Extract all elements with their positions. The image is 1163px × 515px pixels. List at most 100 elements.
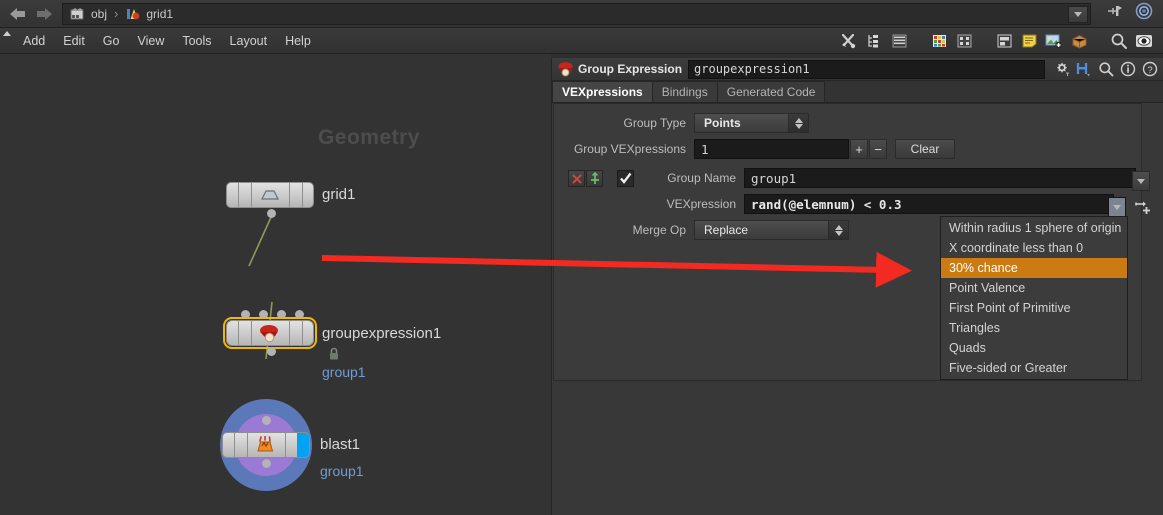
help-icon[interactable]: ? xyxy=(1141,60,1158,78)
vexpression-input[interactable]: rand(@elemnum) < 0.3 xyxy=(744,194,1114,214)
menu-item-point-valence[interactable]: Point Valence xyxy=(941,278,1127,298)
list-view-icon[interactable] xyxy=(888,31,910,51)
node-blast1-input-port[interactable] xyxy=(262,416,271,425)
expand-editor-icon[interactable] xyxy=(1133,197,1153,217)
tree-view-icon[interactable] xyxy=(863,31,885,51)
node-ge1-sublabel: group1 xyxy=(322,364,366,380)
label-group-type: Group Type xyxy=(623,116,686,130)
houdini-h-icon[interactable] xyxy=(1075,60,1092,78)
node-ge1-output-port[interactable] xyxy=(267,347,276,356)
breadcrumb-item-grid1[interactable]: grid1 xyxy=(122,7,176,21)
target-selector-icon[interactable] xyxy=(1135,2,1153,25)
panel-layout-icon[interactable] xyxy=(993,31,1015,51)
color-palette-icon[interactable] xyxy=(928,31,950,51)
blast-node-icon xyxy=(249,436,283,454)
menu-item-go[interactable]: Go xyxy=(94,31,129,51)
gear-icon[interactable] xyxy=(1053,60,1070,78)
triangle-down-icon xyxy=(834,230,843,236)
info-icon[interactable] xyxy=(1119,60,1136,78)
group-name-dropdown-button[interactable] xyxy=(1132,171,1150,191)
grid-node-icon xyxy=(253,186,287,204)
node-grid1[interactable]: grid1 xyxy=(226,182,355,218)
breadcrumb[interactable]: obj › grid1 xyxy=(62,2,1091,25)
menu-item-edit[interactable]: Edit xyxy=(54,31,94,51)
menu-handle-icon[interactable] xyxy=(0,28,14,54)
menu-items: Add Edit Go View Tools Layout Help xyxy=(14,31,320,51)
vexpression-dropdown-button[interactable] xyxy=(1108,197,1126,217)
tab-bindings[interactable]: Bindings xyxy=(651,81,718,102)
clear-button[interactable]: Clear xyxy=(895,139,955,159)
menu-item-quads[interactable]: Quads xyxy=(941,338,1127,358)
menu-item-triangles[interactable]: Triangles xyxy=(941,318,1127,338)
vexpression-presets-menu[interactable]: Within radius 1 sphere of origin X coord… xyxy=(940,216,1128,380)
spinner-icon[interactable] xyxy=(788,114,808,132)
menu-item-first-point-of-primitive[interactable]: First Point of Primitive xyxy=(941,298,1127,318)
chevron-down-icon xyxy=(1074,11,1082,17)
search-icon[interactable] xyxy=(1097,60,1114,78)
node-blast1-sublabel: group1 xyxy=(320,463,364,479)
node-ge1-body[interactable] xyxy=(223,317,317,349)
row-group-type: Group Type Points xyxy=(554,113,1141,133)
svg-text:?: ? xyxy=(1147,65,1152,76)
menu-item-five-sided-or-greater[interactable]: Five-sided or Greater xyxy=(941,358,1127,378)
node-ge1-input-2[interactable] xyxy=(277,310,286,319)
menu-item-add[interactable]: Add xyxy=(14,31,54,51)
group-expression-node-icon xyxy=(253,324,287,343)
network-editor[interactable]: Geometry grid1 groupexpression1 group1 b… xyxy=(0,54,551,515)
pin-panel-icon[interactable] xyxy=(1105,3,1125,24)
node-ge1-input-0[interactable] xyxy=(241,310,250,319)
display-eye-icon[interactable] xyxy=(1133,31,1155,51)
back-arrow-icon[interactable] xyxy=(8,6,28,22)
menu-item-30-percent-chance[interactable]: 30% chance xyxy=(941,258,1127,278)
topbar-right-tools xyxy=(1095,2,1163,25)
panel-title: Group Expression xyxy=(578,62,683,76)
menu-item-x-coordinate[interactable]: X coordinate less than 0 xyxy=(941,238,1127,258)
obj-network-icon xyxy=(70,7,86,21)
breadcrumb-dropdown-button[interactable] xyxy=(1068,5,1088,23)
tab-generated-code[interactable]: Generated Code xyxy=(716,81,826,102)
remove-instance-button[interactable]: − xyxy=(869,139,887,159)
node-blast1-display-flag[interactable] xyxy=(297,433,309,457)
parameter-panel-header: Group Expression groupexpression1 ? xyxy=(552,58,1163,81)
menubar-toolbar xyxy=(838,31,1163,51)
node-ge1-input-3[interactable] xyxy=(295,310,304,319)
box-icon[interactable] xyxy=(1068,31,1090,51)
grid-layout-icon[interactable] xyxy=(953,31,975,51)
network-context-watermark: Geometry xyxy=(317,126,420,149)
group-type-dropdown[interactable]: Points xyxy=(694,113,809,133)
node-grid1-body[interactable] xyxy=(226,182,314,208)
forward-arrow-icon[interactable] xyxy=(34,6,54,22)
breadcrumb-item-obj[interactable]: obj xyxy=(67,7,110,21)
menu-item-within-radius[interactable]: Within radius 1 sphere of origin xyxy=(941,218,1127,238)
node-path-field[interactable]: groupexpression1 xyxy=(688,59,1045,79)
menu-item-help[interactable]: Help xyxy=(276,31,320,51)
tab-vexpressions[interactable]: VEXpressions xyxy=(552,81,653,102)
spinner-icon[interactable] xyxy=(828,221,848,239)
label-group-vexpressions: Group VEXpressions xyxy=(573,142,686,156)
label-vexpression: VEXpression xyxy=(666,197,736,211)
menu-item-view[interactable]: View xyxy=(128,31,173,51)
geometry-node-icon xyxy=(125,7,141,21)
node-blast1-output-port[interactable] xyxy=(262,459,271,468)
add-instance-button[interactable]: + xyxy=(850,139,868,159)
add-image-icon[interactable] xyxy=(1043,31,1065,51)
node-grid1-label: grid1 xyxy=(322,186,356,203)
notes-icon[interactable] xyxy=(1018,31,1040,51)
panel-header-tools: ? xyxy=(1045,60,1160,78)
node-blast1-body[interactable] xyxy=(222,432,310,458)
lock-icon xyxy=(327,347,341,361)
search-icon[interactable] xyxy=(1108,31,1130,51)
group-vexpressions-count-input[interactable]: 1 xyxy=(694,139,849,159)
merge-op-dropdown[interactable]: Replace xyxy=(694,220,849,240)
merge-op-value: Replace xyxy=(704,223,749,237)
row-vexpression: VEXpression rand(@elemnum) < 0.3 xyxy=(554,194,1141,214)
group-name-input[interactable]: group1 xyxy=(744,168,1136,188)
menu-item-layout[interactable]: Layout xyxy=(221,31,277,51)
node-grid1-output-port[interactable] xyxy=(267,209,276,218)
node-ge1-input-1[interactable] xyxy=(259,310,268,319)
triangle-down-icon xyxy=(794,123,803,129)
tools-icon[interactable] xyxy=(838,31,860,51)
node-groupexpression1[interactable]: groupexpression1 group1 xyxy=(223,310,441,380)
label-merge-op: Merge Op xyxy=(632,223,686,237)
menu-item-tools[interactable]: Tools xyxy=(173,31,220,51)
